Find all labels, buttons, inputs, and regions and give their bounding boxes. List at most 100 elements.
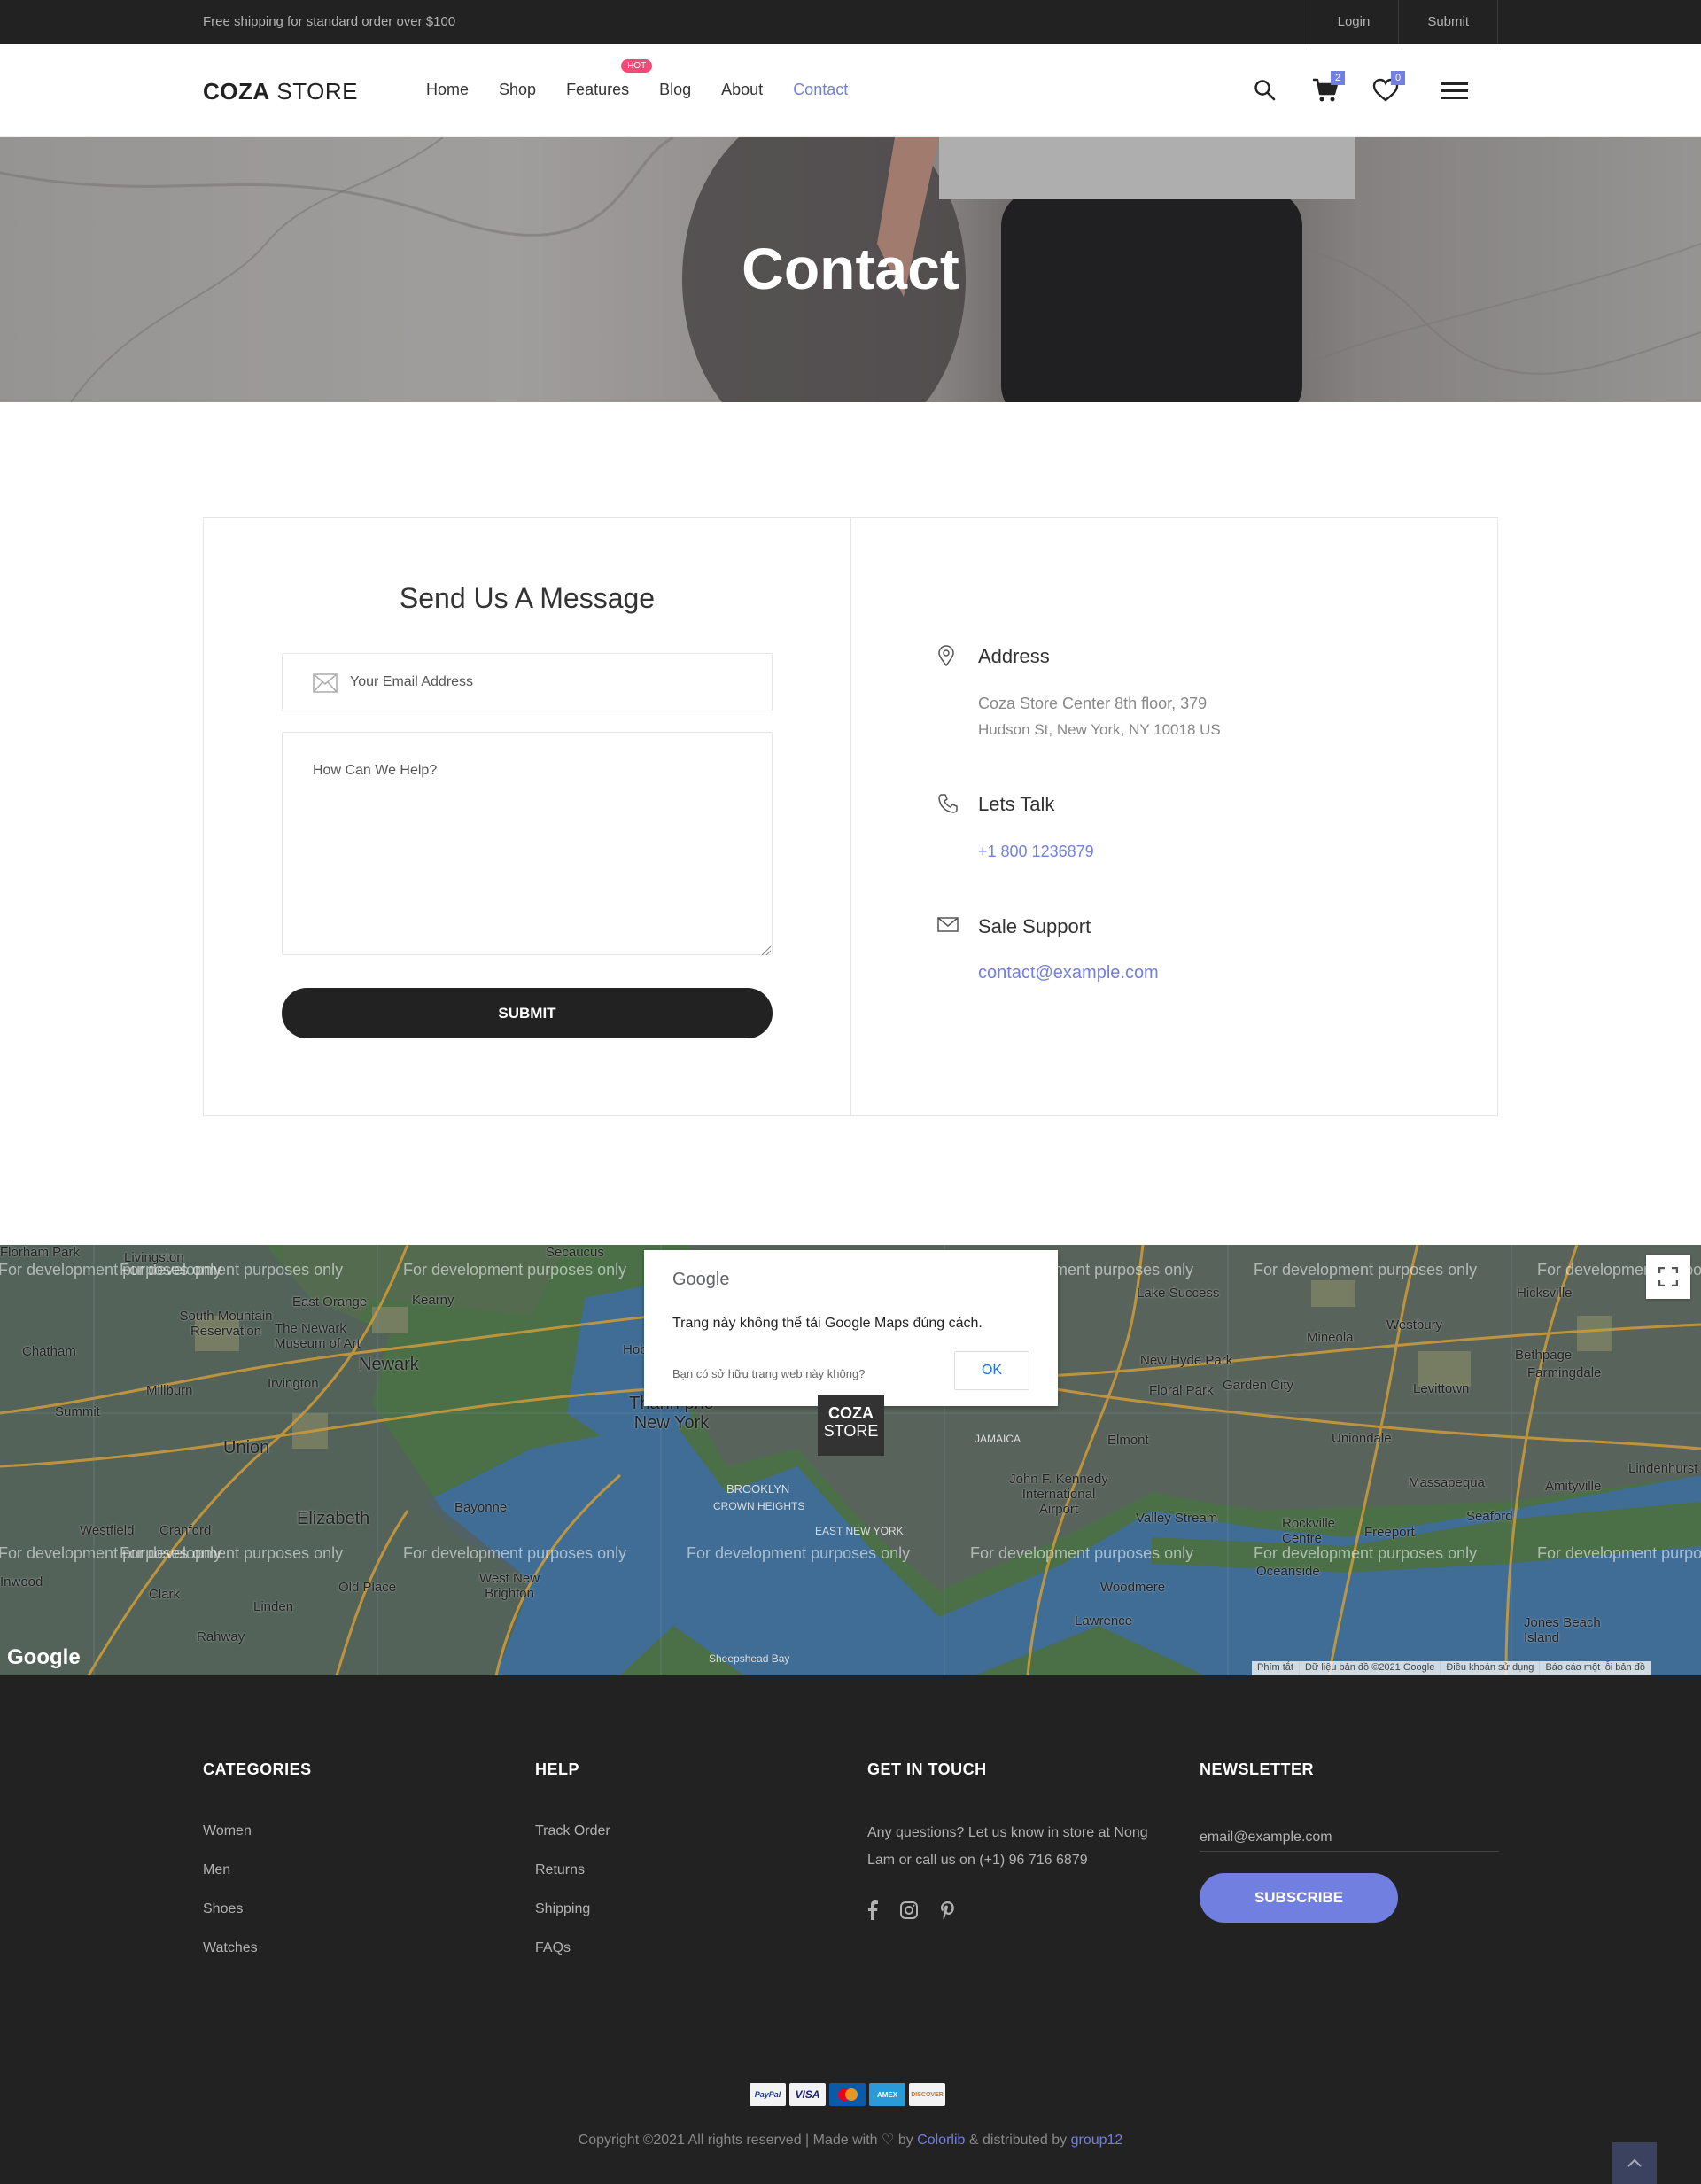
header-icons: 2 0 — [1249, 71, 1471, 106]
search-icon[interactable] — [1249, 74, 1281, 106]
map-place-label: Bethpage — [1515, 1348, 1573, 1363]
map-place-label: Massapequa — [1409, 1475, 1485, 1490]
footer-link-watches[interactable]: Watches — [203, 1940, 312, 1979]
newsletter-title: NEWSLETTER — [1200, 1760, 1314, 1778]
map-error-message: Trang này không thể tải Google Maps đúng… — [672, 1316, 983, 1331]
map-place-label: Florham Park — [0, 1245, 81, 1260]
map-place-label: East Orange — [292, 1294, 368, 1310]
back-to-top-button[interactable] — [1612, 2142, 1657, 2184]
map-watermark: For development purposes only — [1254, 1261, 1478, 1279]
map-place-label: Sheepshead Bay — [709, 1652, 790, 1665]
map-report-link[interactable]: Báo cáo một lỗi bản đồ — [1540, 1661, 1651, 1675]
group12-link[interactable]: group12 — [1071, 2133, 1123, 2148]
fullscreen-icon[interactable] — [1646, 1255, 1690, 1299]
phone-link[interactable]: +1 800 1236879 — [978, 843, 1094, 861]
map-place-label: EAST NEW YORK — [815, 1525, 904, 1537]
touch-title: GET IN TOUCH — [867, 1760, 987, 1778]
shipping-notice: Free shipping for standard order over $1… — [203, 14, 456, 29]
map-place-label: Irvington — [268, 1376, 319, 1391]
map-place-label: New Hyde Park — [1140, 1353, 1233, 1368]
submit-link[interactable]: Submit — [1398, 0, 1498, 44]
logo[interactable]: COZA STORE — [203, 78, 358, 105]
map-place-label: Clark — [149, 1587, 181, 1602]
map-watermark: For development purposes only — [120, 1544, 344, 1562]
map-place-label: Seaford — [1466, 1509, 1513, 1524]
footer-help: HELP Track Order Returns Shipping FAQs — [535, 1760, 610, 1979]
main-nav: Home Shop Features HOT Blog About Contact — [426, 59, 878, 99]
facebook-icon[interactable] — [867, 1900, 878, 1924]
map-place-label: Linden — [253, 1599, 294, 1614]
map-shortcuts-link[interactable]: Phím tắt — [1252, 1661, 1300, 1675]
footer-link-shoes[interactable]: Shoes — [203, 1901, 312, 1940]
map-place-label: Hicksville — [1517, 1286, 1573, 1301]
message-field[interactable] — [282, 732, 773, 955]
envelope-icon — [937, 915, 959, 937]
map-place-label: Rahway — [197, 1629, 245, 1644]
nav-contact[interactable]: Contact — [793, 81, 848, 99]
submit-button[interactable]: SUBMIT — [282, 988, 773, 1038]
map-place-label: Bayonne — [454, 1500, 508, 1515]
map-data-text: Dữ liệu bản đồ ©2021 Google — [1300, 1661, 1441, 1675]
sale-support-label: Sale Support — [978, 915, 1091, 937]
pinterest-icon[interactable] — [940, 1900, 956, 1924]
nav-home[interactable]: Home — [426, 81, 469, 99]
map-place-label: The Newark Museum of Art — [275, 1321, 361, 1351]
map-place-label: Inwood — [0, 1574, 43, 1589]
email-field[interactable] — [350, 654, 757, 711]
google-logo: Google — [672, 1270, 730, 1289]
cart-icon[interactable]: 2 — [1309, 71, 1345, 106]
map-watermark: For development purposes only — [1537, 1544, 1701, 1562]
heart-icon[interactable]: 0 — [1370, 71, 1405, 106]
footer-link-shipping[interactable]: Shipping — [535, 1901, 610, 1940]
footer-link-track-order[interactable]: Track Order — [535, 1823, 610, 1862]
map-place-label: Secaucus — [546, 1245, 604, 1260]
map-place-label: Garden City — [1223, 1378, 1294, 1393]
map-place-label: Cranford — [159, 1523, 212, 1538]
footer: CATEGORIES Women Men Shoes Watches HELP … — [0, 1675, 1701, 2184]
header: COZA STORE Home Shop Features HOT Blog Ab… — [0, 44, 1701, 137]
discover-icon: DISCOVER — [909, 2083, 945, 2106]
footer-link-women[interactable]: Women — [203, 1823, 312, 1862]
map-place-label: Summit — [55, 1404, 100, 1419]
footer-link-faqs[interactable]: FAQs — [535, 1940, 610, 1979]
map-place-label: Newark — [359, 1355, 419, 1374]
login-link[interactable]: Login — [1308, 0, 1399, 44]
mastercard-icon — [829, 2083, 866, 2106]
footer-categories: CATEGORIES Women Men Shoes Watches — [203, 1760, 312, 1979]
menu-icon[interactable] — [1439, 74, 1471, 106]
map-place-label: Millburn — [146, 1383, 193, 1398]
map-place-label: Oceanside — [1256, 1564, 1320, 1579]
colorlib-link[interactable]: Colorlib — [917, 2133, 965, 2148]
map-place-label: Elizabeth — [297, 1509, 370, 1528]
map-place-label: Lawrence — [1075, 1613, 1133, 1628]
email-field-wrapper — [282, 653, 773, 711]
nav-blog[interactable]: Blog — [659, 81, 691, 99]
instagram-icon[interactable] — [899, 1900, 919, 1924]
address-line1: Coza Store Center 8th floor, 379 — [978, 695, 1208, 712]
nav-features[interactable]: Features HOT — [566, 59, 653, 99]
heart-outline-icon: ♡ — [882, 2133, 895, 2148]
map-place-label: Livingston — [124, 1250, 184, 1265]
map-place-label: Old Place — [338, 1580, 397, 1595]
map-terms-link[interactable]: Điều khoản sử dụng — [1441, 1661, 1541, 1675]
store-map-pin[interactable]: COZA STORE — [818, 1395, 884, 1456]
ok-button[interactable]: OK — [954, 1351, 1029, 1390]
support-email-link[interactable]: contact@example.com — [978, 963, 1159, 983]
categories-title: CATEGORIES — [203, 1760, 312, 1778]
subscribe-button[interactable]: SUBSCRIBE — [1200, 1873, 1398, 1923]
footer-link-men[interactable]: Men — [203, 1862, 312, 1901]
map-place-label: Floral Park — [1149, 1383, 1214, 1398]
help-title: HELP — [535, 1760, 580, 1778]
google-map[interactable]: For development purposes only For develo… — [0, 1245, 1701, 1675]
top-bar: Free shipping for standard order over $1… — [0, 0, 1701, 44]
visa-icon: VISA — [789, 2083, 826, 2106]
map-place-label: JAMAICA — [975, 1433, 1021, 1445]
newsletter-email-input[interactable] — [1200, 1823, 1499, 1852]
footer-link-returns[interactable]: Returns — [535, 1862, 610, 1901]
nav-about[interactable]: About — [721, 81, 763, 99]
nav-shop[interactable]: Shop — [499, 81, 536, 99]
map-place-label: Lake Success — [1137, 1286, 1220, 1301]
chevron-up-icon — [1627, 2156, 1642, 2172]
resize-handle-icon[interactable] — [761, 944, 772, 960]
cart-count: 2 — [1331, 71, 1345, 85]
